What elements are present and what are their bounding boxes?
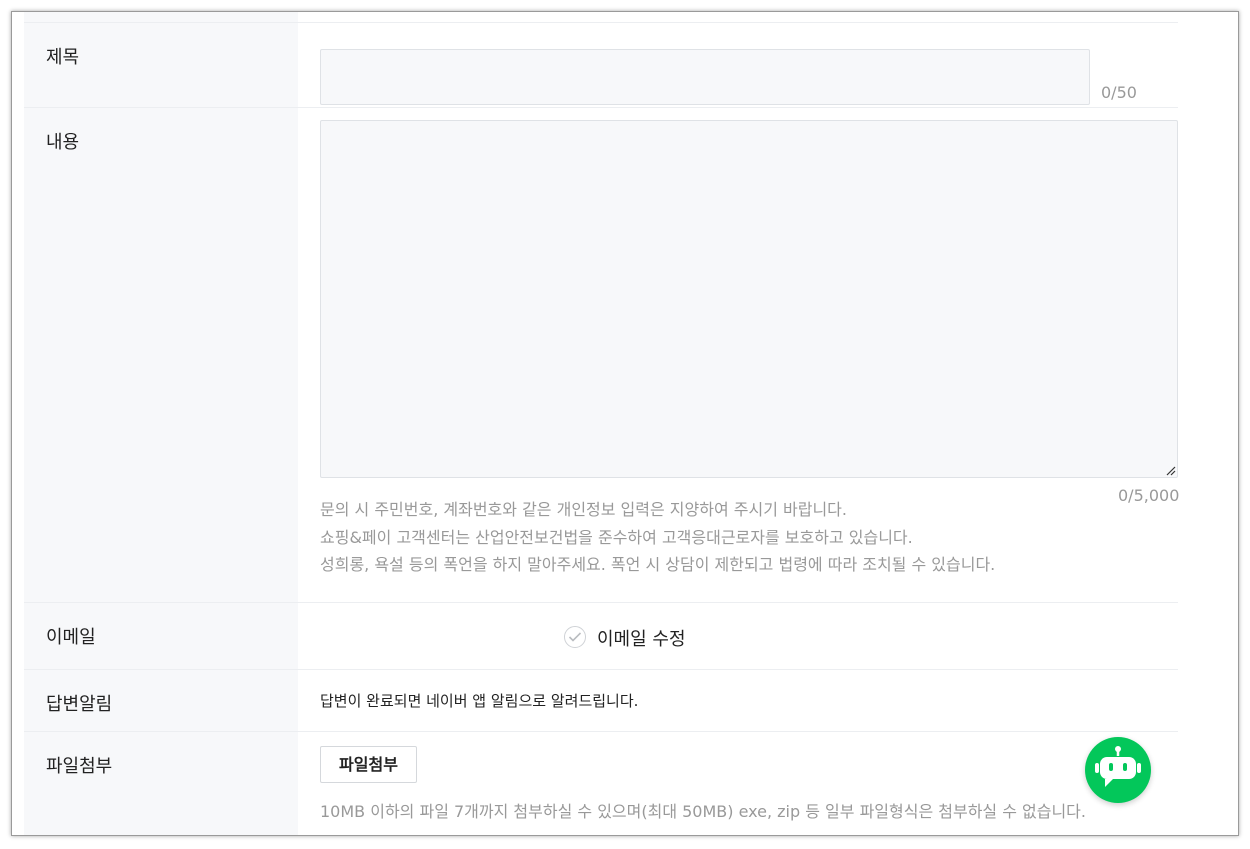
title-input[interactable] xyxy=(320,49,1090,105)
content-label: 내용 xyxy=(46,132,80,153)
row-header xyxy=(24,12,298,22)
chatbot-button[interactable] xyxy=(1085,737,1151,803)
robot-icon xyxy=(1095,746,1141,787)
answer-notice-cell: 답변이 완료되면 네이버 앱 알림으로 알려드립니다. xyxy=(298,670,1178,731)
attachment-row: 파일첨부 파일첨부 10MB 이하의 파일 7개까지 첨부하실 수 있으며(최대… xyxy=(24,732,1178,835)
answer-notice-text: 답변이 완료되면 네이버 앱 알림으로 알려드립니다. xyxy=(320,692,639,710)
file-attach-hint: 10MB 이하의 파일 7개까지 첨부하실 수 있으며(최대 50MB) exe… xyxy=(320,802,1086,821)
email-row: 이메일 이메일 수정 xyxy=(24,603,1178,670)
answer-notice-row: 답변알림 답변이 완료되면 네이버 앱 알림으로 알려드립니다. xyxy=(24,670,1178,732)
content-header: 내용 xyxy=(24,108,298,602)
safety-notice: 쇼핑&페이 고객센터는 산업안전보건법을 준수하여 고객응대근로자를 보호하고 … xyxy=(320,528,913,547)
title-label: 제목 xyxy=(46,47,80,68)
previous-row xyxy=(24,12,1178,23)
content-char-counter: 0/5,000 xyxy=(1118,486,1180,505)
attachment-label: 파일첨부 xyxy=(46,756,113,777)
file-attach-button[interactable]: 파일첨부 xyxy=(320,746,417,783)
title-row: 제목 0/50 xyxy=(24,23,1178,108)
resize-handle-icon[interactable] xyxy=(1166,466,1176,476)
privacy-notice: 문의 시 주민번호, 계좌번호와 같은 개인정보 입력은 지양하여 주시기 바랍… xyxy=(320,500,847,519)
abuse-notice: 성희롱, 욕설 등의 폭언을 하지 말아주세요. 폭언 시 상담이 제한되고 법… xyxy=(320,555,996,574)
email-edit-checkbox[interactable] xyxy=(564,626,586,648)
title-header: 제목 xyxy=(24,23,298,107)
attachment-cell: 파일첨부 10MB 이하의 파일 7개까지 첨부하실 수 있으며(최대 50MB… xyxy=(298,732,1178,835)
answer-notice-label: 답변알림 xyxy=(46,694,113,715)
inquiry-form-window: 제목 0/50 내용 0/5,000 문의 시 주민번호, 계좌번호와 같은 개… xyxy=(11,11,1239,836)
attachment-header: 파일첨부 xyxy=(24,732,298,835)
title-char-counter: 0/50 xyxy=(1101,83,1137,102)
content-textarea[interactable] xyxy=(320,120,1178,478)
title-cell: 0/50 xyxy=(298,23,1178,107)
email-cell: 이메일 수정 xyxy=(298,603,1178,669)
answer-notice-header: 답변알림 xyxy=(24,670,298,731)
check-icon xyxy=(568,632,582,642)
email-label: 이메일 xyxy=(46,627,96,648)
content-cell: 0/5,000 문의 시 주민번호, 계좌번호와 같은 개인정보 입력은 지양하… xyxy=(298,108,1180,602)
content-row: 내용 0/5,000 문의 시 주민번호, 계좌번호와 같은 개인정보 입력은 … xyxy=(24,108,1180,603)
email-edit-label[interactable]: 이메일 수정 xyxy=(597,625,686,651)
email-header: 이메일 xyxy=(24,603,298,669)
